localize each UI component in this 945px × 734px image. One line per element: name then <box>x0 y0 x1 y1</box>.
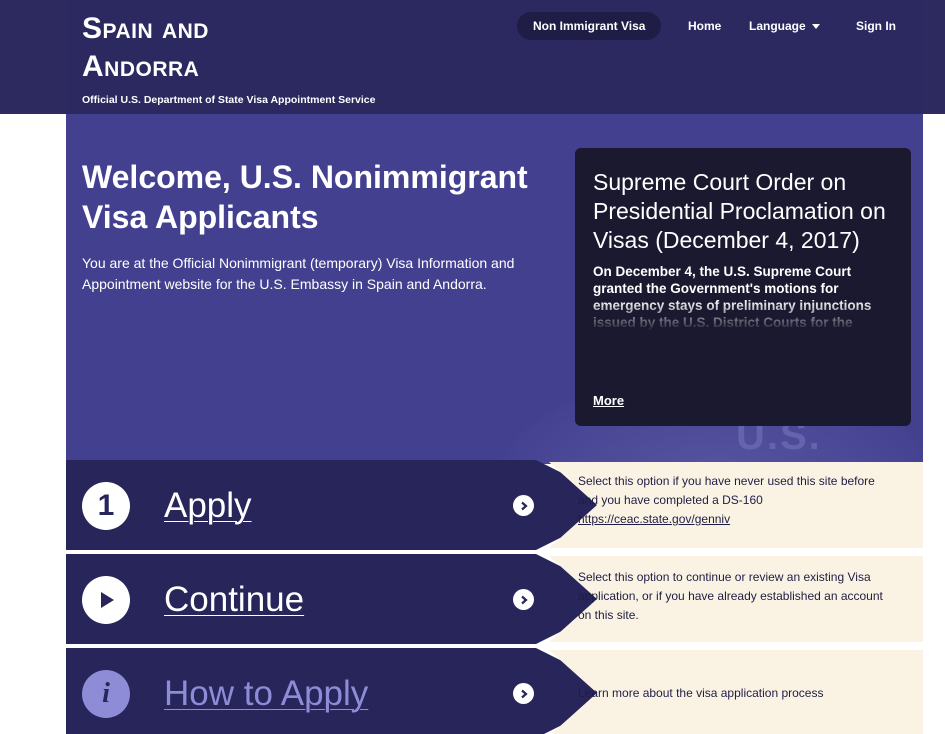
nav-sign-in[interactable]: Sign In <box>856 12 896 40</box>
option-continue[interactable]: Continue Select this option to continue … <box>66 554 923 644</box>
caret-down-icon <box>811 24 820 30</box>
welcome-heading: Welcome, U.S. Nonimmigrant Visa Applican… <box>82 159 528 235</box>
site-title[interactable]: Spain and Andorra <box>82 10 209 86</box>
nav-home[interactable]: Home <box>688 12 721 40</box>
apply-link[interactable]: Apply <box>164 476 252 536</box>
site-title-line1: Spain and <box>82 12 209 45</box>
welcome-description: You are at the Official Nonimmigrant (te… <box>82 255 515 292</box>
option-apply[interactable]: 1 Apply Select this option if you have n… <box>66 460 923 550</box>
news-more-link[interactable]: More <box>593 393 624 408</box>
number-one-icon: 1 <box>82 482 130 530</box>
news-body: On December 4, the U.S. Supreme Court gr… <box>593 264 872 330</box>
ceac-link[interactable]: https://ceac.state.gov/genniv <box>578 512 730 526</box>
info-glyph: i <box>102 678 110 709</box>
info-icon: i <box>82 670 130 718</box>
option-how-to-apply[interactable]: i How to Apply Learn more about the visa… <box>66 648 923 734</box>
site-title-line2: Andorra <box>82 50 200 83</box>
option-continue-description: Select this option to continue or review… <box>578 570 883 622</box>
nav-non-immigrant-visa[interactable]: Non Immigrant Visa <box>517 12 662 40</box>
nav-language[interactable]: Language <box>749 12 820 40</box>
play-icon <box>82 576 130 624</box>
news-card: Supreme Court Order on Presidential Proc… <box>575 148 911 426</box>
option-howto-description: Learn more about the visa application pr… <box>578 686 824 700</box>
option-continue-panel <box>66 554 626 644</box>
how-to-apply-link[interactable]: How to Apply <box>164 664 368 724</box>
chevron-right-icon[interactable] <box>513 683 534 704</box>
chevron-right-icon[interactable] <box>513 589 534 610</box>
nav-language-label: Language <box>749 19 806 33</box>
apply-description-text: Select this option if you have never use… <box>578 474 875 507</box>
news-title: Supreme Court Order on Presidential Proc… <box>593 169 886 253</box>
option-apply-panel <box>66 460 626 550</box>
continue-link[interactable]: Continue <box>164 570 304 630</box>
site-subtitle: Official U.S. Department of State Visa A… <box>82 94 376 106</box>
chevron-right-icon[interactable] <box>513 495 534 516</box>
number-one-glyph: 1 <box>97 489 115 522</box>
option-apply-description: Select this option if you have never use… <box>578 472 894 529</box>
